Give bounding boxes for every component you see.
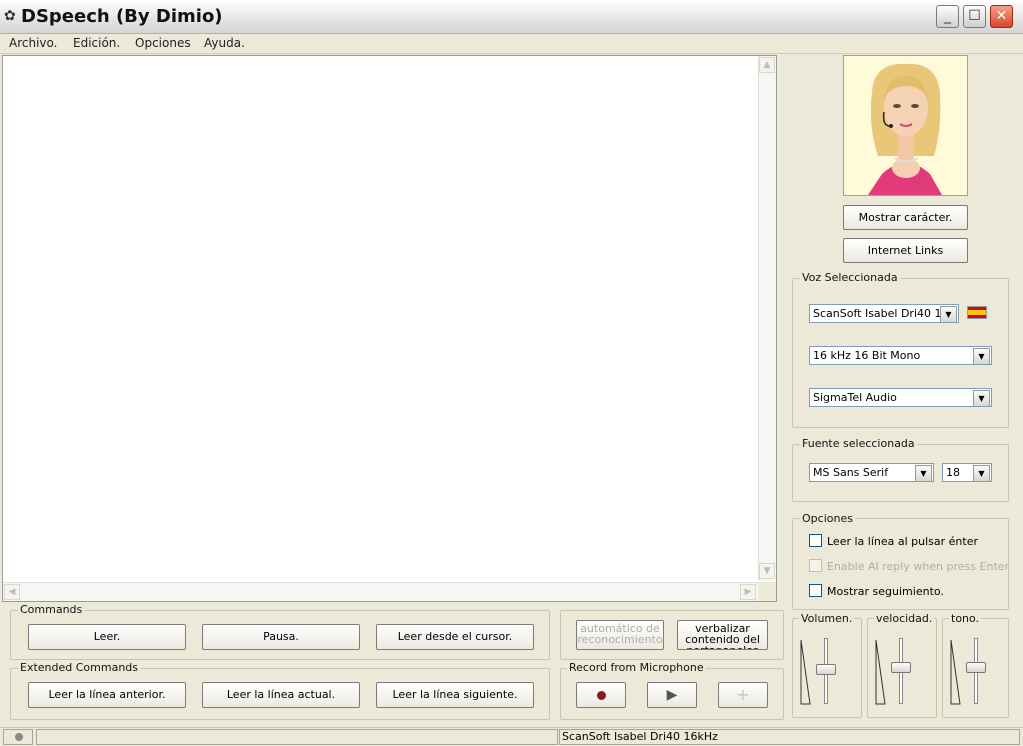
- character-image: [868, 63, 942, 195]
- commands-group-label: Commands: [18, 603, 85, 616]
- show-tracking-checkbox[interactable]: [809, 584, 822, 597]
- auto-recognition-button[interactable]: automático de reconocimiento: [576, 620, 664, 650]
- scroll-down-icon[interactable]: ▼: [759, 563, 775, 579]
- read-previous-line-button[interactable]: Leer la línea anterior.: [28, 682, 186, 708]
- tone-label: tono.: [949, 612, 982, 625]
- format-select-value: 16 kHz 16 Bit Mono: [813, 349, 921, 362]
- menu-opciones[interactable]: Opciones: [135, 36, 191, 50]
- font-family-value: MS Sans Serif: [813, 466, 889, 479]
- scrollbar-corner: [758, 582, 776, 601]
- options-group-label: Opciones: [800, 512, 855, 525]
- plus-icon: +: [736, 685, 750, 704]
- play-triangle-icon: ▶: [666, 687, 678, 703]
- read-line-on-enter-label: Leer la línea al pulsar énter: [827, 535, 979, 548]
- status-voice: ScanSoft Isabel Dri40 16kHz: [559, 729, 1020, 745]
- show-tracking-label: Mostrar seguimiento.: [827, 585, 944, 598]
- volume-label: Volumen.: [799, 612, 855, 625]
- status-light-icon: [15, 733, 23, 741]
- maximize-button[interactable]: ☐: [963, 5, 986, 28]
- chevron-down-icon[interactable]: ▼: [973, 465, 990, 481]
- window-title: DSpeech (By Dimio): [21, 6, 223, 27]
- tone-slider-thumb[interactable]: [966, 662, 986, 673]
- read-next-line-button[interactable]: Leer la línea siguiente.: [376, 682, 534, 708]
- play-button[interactable]: ▶: [647, 682, 697, 708]
- chevron-down-icon[interactable]: ▼: [973, 348, 990, 364]
- ai-reply-checkbox[interactable]: [809, 559, 822, 572]
- character-avatar: [843, 55, 968, 196]
- font-family-select[interactable]: MS Sans Serif ▼: [809, 463, 934, 482]
- show-character-button[interactable]: Mostrar carácter.: [843, 205, 968, 230]
- voice-select[interactable]: ScanSoft Isabel Dri40 16k ▼: [809, 304, 959, 323]
- auto-recognition-line2: reconocimiento: [577, 633, 663, 646]
- audio-device-select[interactable]: SigmaTel Audio ▼: [809, 388, 992, 407]
- horizontal-scrollbar[interactable]: [3, 582, 758, 601]
- pause-button[interactable]: Pausa.: [202, 624, 360, 650]
- speed-label: velocidad.: [874, 612, 935, 625]
- volume-slider-thumb[interactable]: [816, 664, 836, 675]
- scroll-up-icon[interactable]: ▲: [759, 57, 775, 73]
- minimize-button[interactable]: _: [936, 5, 959, 28]
- chevron-down-icon[interactable]: ▼: [915, 465, 932, 481]
- status-indicator: [3, 729, 33, 745]
- chevron-down-icon[interactable]: ▼: [973, 390, 990, 406]
- scroll-right-icon[interactable]: ▶: [740, 584, 756, 600]
- audio-device-value: SigmaTel Audio: [813, 391, 897, 404]
- menu-edicion[interactable]: Edición.: [73, 36, 120, 50]
- internet-links-button[interactable]: Internet Links: [843, 238, 968, 263]
- voice-select-value: ScanSoft Isabel Dri40 16k: [813, 307, 955, 320]
- verbalize-line3: portapapeles: [678, 645, 767, 649]
- menu-archivo[interactable]: Archivo.: [9, 36, 57, 50]
- verbalize-clipboard-button[interactable]: verbalizar contenido del portapapeles: [677, 620, 768, 650]
- text-editor[interactable]: [2, 55, 777, 602]
- speed-slider-thumb[interactable]: [891, 662, 911, 673]
- menu-ayuda[interactable]: Ayuda.: [204, 36, 245, 50]
- read-current-line-button[interactable]: Leer la línea actual.: [202, 682, 360, 708]
- font-size-value: 18: [946, 466, 960, 479]
- status-panel-main: [36, 729, 558, 745]
- read-line-on-enter-checkbox[interactable]: [809, 534, 822, 547]
- minimize-icon: _: [944, 8, 951, 24]
- record-group-label: Record from Microphone: [567, 661, 706, 674]
- vertical-scrollbar[interactable]: [758, 56, 776, 581]
- ai-reply-label: Enable AI reply when press Enter: [827, 560, 1010, 573]
- maximize-icon: ☐: [968, 8, 981, 24]
- read-from-cursor-button[interactable]: Leer desde el cursor.: [376, 624, 534, 650]
- scroll-left-icon[interactable]: ◀: [4, 584, 20, 600]
- format-select[interactable]: 16 kHz 16 Bit Mono ▼: [809, 346, 992, 365]
- read-button[interactable]: Leer.: [28, 624, 186, 650]
- font-group-label: Fuente seleccionada: [800, 437, 917, 450]
- record-button[interactable]: [576, 682, 626, 708]
- font-size-select[interactable]: 18 ▼: [942, 463, 992, 482]
- close-button[interactable]: ✕: [990, 5, 1013, 28]
- spain-flag-icon: [967, 306, 987, 319]
- add-recording-button[interactable]: +: [718, 682, 768, 708]
- tone-wedge-icon: [950, 639, 961, 705]
- extended-commands-group-label: Extended Commands: [18, 661, 141, 674]
- close-icon: ✕: [995, 8, 1008, 24]
- record-dot-icon: [596, 690, 606, 700]
- chevron-down-icon[interactable]: ▼: [940, 306, 957, 322]
- speed-wedge-icon: [875, 639, 886, 705]
- app-icon: ✿: [4, 8, 16, 24]
- voice-group-label: Voz Seleccionada: [800, 271, 900, 284]
- volume-wedge-icon: [800, 639, 811, 705]
